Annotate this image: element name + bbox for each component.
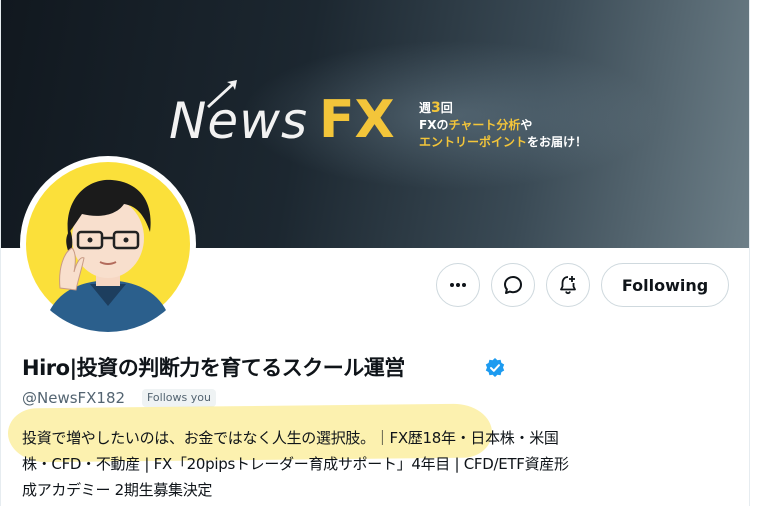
following-button[interactable]: Following	[601, 263, 729, 307]
profile-page: News FX 週3回 FXのチャート分析や エントリーポイントをお届け！ Fo…	[0, 0, 757, 506]
tagline-line-1: 週3回	[419, 100, 453, 116]
tagline-line-2: FXのチャート分析や	[419, 118, 533, 132]
bell-plus-icon	[560, 276, 576, 295]
banner-tagline: 週3回 FXのチャート分析や エントリーポイントをお届け！	[419, 100, 587, 151]
verified-badge-icon[interactable]	[484, 357, 506, 379]
user-handle: @NewsFX182	[22, 389, 126, 407]
profile-bio: 投資で増やしたいのは、お金ではなく人生の選択肢。｜FX歴18年・日本株・米国 株…	[22, 425, 722, 503]
avatar[interactable]	[20, 156, 196, 332]
logo-news-text: News	[169, 92, 309, 150]
bio-line-3: 成アカデミー 2期生募集決定	[22, 481, 213, 499]
notifications-button[interactable]	[546, 263, 590, 307]
display-name: Hiro|投資の判断力を育てるスクール運営	[22, 356, 405, 380]
logo-fx-text: FX	[319, 90, 395, 150]
bio-line-2: 株・CFD・不動産 | FX「20pipsトレーダー育成サポート」4年目 | C…	[22, 455, 569, 473]
avatar-illustration	[26, 162, 190, 332]
bio-line-1: 投資で増やしたいのは、お金ではなく人生の選択肢。｜FX歴18年・日本株・米国	[22, 429, 559, 447]
more-button[interactable]	[436, 263, 480, 307]
message-icon	[504, 276, 522, 294]
message-button[interactable]	[491, 263, 535, 307]
more-icon	[450, 283, 466, 287]
tagline-line-3: エントリーポイントをお届け！	[419, 135, 588, 149]
right-border	[749, 0, 750, 506]
follows-you-badge: Follows you	[142, 389, 216, 407]
